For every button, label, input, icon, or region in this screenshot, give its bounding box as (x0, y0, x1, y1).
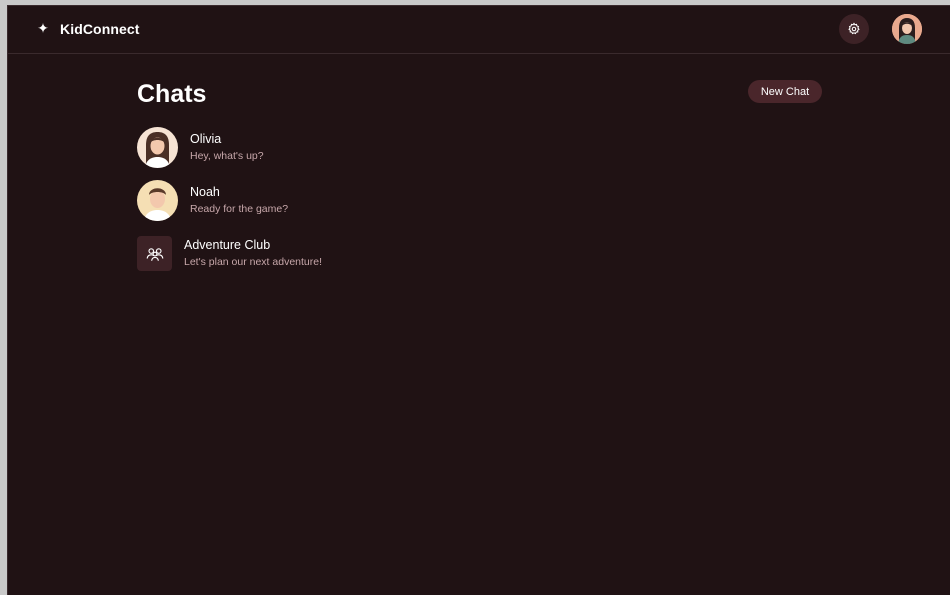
settings-button[interactable] (839, 14, 869, 44)
group-icon (146, 247, 163, 261)
sparkle-icon: ✦ (37, 20, 49, 36)
chat-item-olivia[interactable]: Olivia Hey, what's up? (137, 127, 497, 171)
chat-name: Adventure Club (184, 238, 271, 252)
chat-preview: Let's plan our next adventure! (184, 256, 323, 268)
gear-icon (848, 22, 860, 35)
page-title: Chats (137, 80, 207, 108)
app-window: ✦ KidConnect Chats New Chat Olivia Hey, … (7, 5, 950, 595)
app-name: KidConnect (60, 20, 140, 37)
chat-item-adventure-club[interactable]: Adventure Club Let's plan our next adven… (137, 233, 497, 277)
chat-preview: Ready for the game? (190, 203, 289, 215)
profile-avatar[interactable] (892, 14, 922, 44)
chat-item-noah[interactable]: Noah Ready for the game? (137, 180, 497, 224)
chat-preview: Hey, what's up? (190, 150, 264, 162)
brand[interactable]: ✦ KidConnect (36, 20, 140, 37)
new-chat-button[interactable]: New Chat (748, 80, 822, 103)
noah-avatar (137, 180, 178, 221)
chat-name: Noah (190, 185, 220, 199)
group-avatar (137, 236, 172, 271)
chat-name: Olivia (190, 132, 222, 146)
olivia-avatar (137, 127, 178, 168)
top-bar: ✦ KidConnect (8, 6, 950, 54)
